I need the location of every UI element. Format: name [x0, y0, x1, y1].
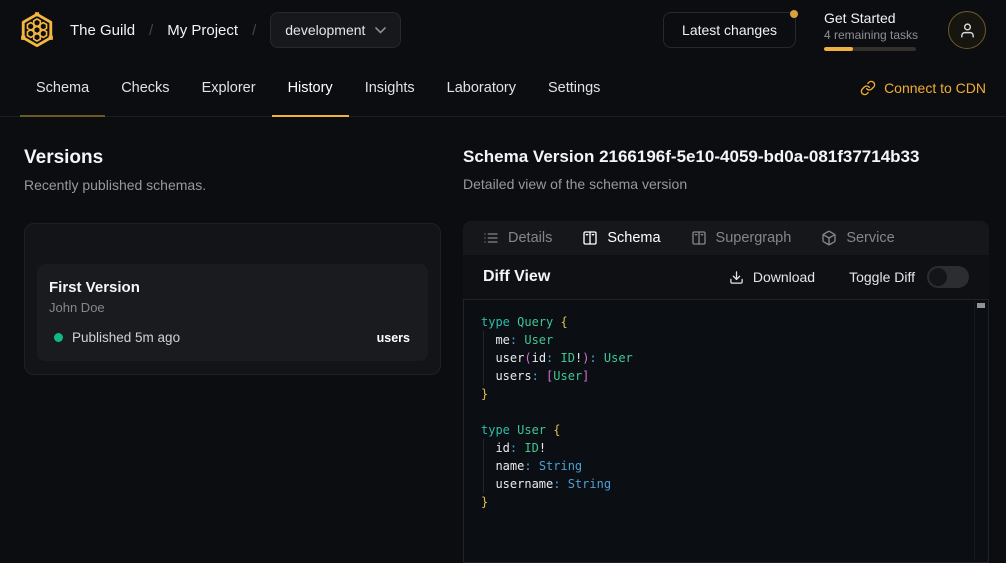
- nav-tab-insights[interactable]: Insights: [349, 60, 431, 116]
- columns-icon: [582, 230, 598, 246]
- diff-view-actions: Download Toggle Diff: [729, 266, 969, 288]
- main-nav: Schema Checks Explorer History Insights …: [0, 60, 1006, 117]
- get-started-progress-track: [824, 47, 916, 51]
- version-name: First Version: [49, 278, 410, 297]
- app-header: The Guild / My Project / development Lat…: [0, 0, 1006, 60]
- code-scrollbar[interactable]: [974, 301, 987, 561]
- version-detail-title: Schema Version 2166196f-5e10-4059-bd0a-0…: [463, 147, 989, 167]
- switch-knob: [929, 268, 947, 286]
- version-service-badge: users: [377, 331, 410, 345]
- cube-icon: [821, 230, 837, 246]
- detail-tab-label: Service: [846, 230, 894, 246]
- get-started-title: Get Started: [824, 10, 920, 27]
- hive-logo-icon[interactable]: [18, 11, 56, 49]
- detail-tab-supergraph[interactable]: Supergraph: [691, 230, 792, 246]
- detail-tab-service[interactable]: Service: [821, 230, 894, 246]
- user-icon: [959, 22, 976, 39]
- get-started-subtitle: 4 remaining tasks: [824, 27, 920, 43]
- nav-tab-explorer[interactable]: Explorer: [186, 60, 272, 116]
- version-list-item[interactable]: First Version John Doe Published 5m ago …: [37, 264, 428, 361]
- get-started-widget[interactable]: Get Started 4 remaining tasks: [824, 10, 920, 51]
- download-icon: [729, 270, 744, 285]
- environment-selector-value: development: [285, 22, 365, 38]
- app-root: The Guild / My Project / development Lat…: [0, 0, 1006, 563]
- header-breadcrumb-area: The Guild / My Project / development: [18, 11, 401, 49]
- detail-tabstrip: Details Schema: [463, 221, 989, 255]
- diff-view-bar: Diff View Download Toggle Diff: [463, 255, 989, 299]
- chevron-down-icon: [375, 27, 386, 34]
- toggle-diff-label: Toggle Diff: [849, 269, 915, 285]
- detail-tab-schema[interactable]: Schema: [582, 230, 660, 246]
- detail-tab-details[interactable]: Details: [483, 230, 552, 246]
- environment-selector[interactable]: development: [270, 12, 401, 48]
- breadcrumb-separator: /: [149, 22, 153, 39]
- detail-tab-label: Schema: [607, 230, 660, 246]
- version-detail-panel: Schema Version 2166196f-5e10-4059-bd0a-0…: [463, 147, 989, 563]
- nav-tab-settings[interactable]: Settings: [532, 60, 616, 116]
- download-button[interactable]: Download: [729, 269, 815, 285]
- breadcrumb-project[interactable]: My Project: [167, 22, 238, 39]
- schema-code: type Query { me: User user(id: ID!): Use…: [479, 313, 964, 511]
- list-icon: [483, 230, 499, 246]
- versions-panel: Versions Recently published schemas. Fir…: [0, 147, 441, 563]
- main-nav-tabs: Schema Checks Explorer History Insights …: [20, 60, 616, 116]
- download-label: Download: [753, 269, 815, 285]
- connect-to-cdn-label: Connect to CDN: [884, 80, 986, 96]
- diff-view-title: Diff View: [483, 268, 550, 286]
- nav-tab-checks[interactable]: Checks: [105, 60, 185, 116]
- latest-changes-button[interactable]: Latest changes: [663, 12, 796, 48]
- columns-icon: [691, 230, 707, 246]
- versions-subtitle: Recently published schemas.: [24, 177, 441, 193]
- code-scrollbar-thumb[interactable]: [977, 303, 985, 308]
- version-author: John Doe: [49, 300, 410, 315]
- latest-changes-label: Latest changes: [682, 22, 777, 38]
- versions-list-card: First Version John Doe Published 5m ago …: [24, 223, 441, 375]
- user-avatar-button[interactable]: [948, 11, 986, 49]
- version-status-text: Published 5m ago: [72, 330, 180, 345]
- version-status-row: Published 5m ago users: [49, 330, 410, 345]
- detail-tab-label: Supergraph: [716, 230, 792, 246]
- nav-tab-history[interactable]: History: [272, 60, 349, 116]
- connect-to-cdn-link[interactable]: Connect to CDN: [860, 60, 986, 116]
- toggle-diff-switch[interactable]: [927, 266, 969, 288]
- notification-dot: [790, 10, 798, 18]
- schema-code-panel: type Query { me: User user(id: ID!): Use…: [463, 299, 989, 563]
- nav-tab-schema[interactable]: Schema: [20, 60, 105, 116]
- header-actions: Latest changes Get Started 4 remaining t…: [663, 10, 986, 51]
- get-started-progress-fill: [824, 47, 853, 51]
- version-detail-subtitle: Detailed view of the schema version: [463, 176, 989, 192]
- detail-tab-label: Details: [508, 230, 552, 246]
- breadcrumb-separator: /: [252, 22, 256, 39]
- version-detail-card: Details Schema: [463, 221, 989, 563]
- main-content: Versions Recently published schemas. Fir…: [0, 117, 1006, 563]
- published-status-dot-icon: [54, 333, 63, 342]
- versions-title: Versions: [24, 147, 441, 169]
- link-icon: [860, 80, 876, 96]
- breadcrumb-org[interactable]: The Guild: [70, 22, 135, 39]
- nav-tab-laboratory[interactable]: Laboratory: [431, 60, 532, 116]
